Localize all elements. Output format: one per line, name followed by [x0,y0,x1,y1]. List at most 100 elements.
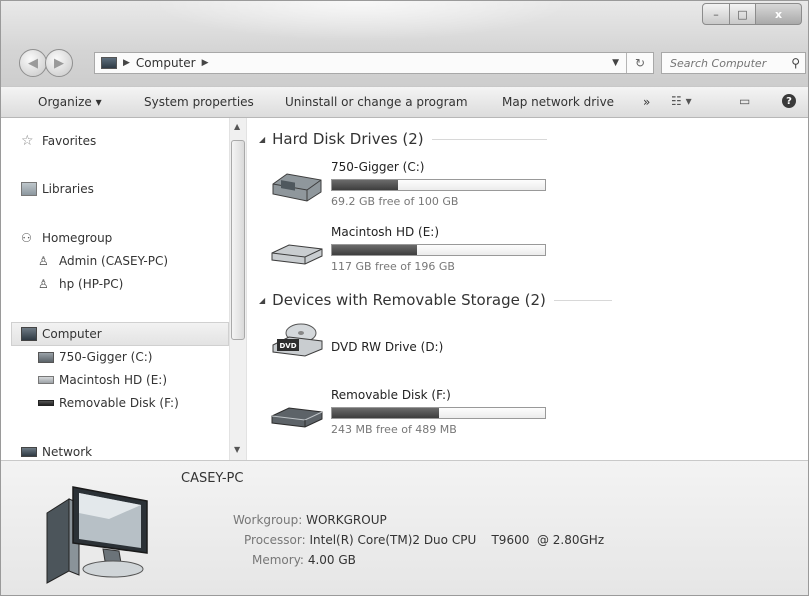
hard-drive-icon [38,376,54,384]
group-header-hard-disks[interactable]: ◢ Hard Disk Drives (2) [259,130,547,148]
nav-favorites-label: Favorites [42,134,97,148]
workgroup-label: Workgroup: [233,513,303,527]
drive-free-space: 69.2 GB free of 100 GB [331,195,459,208]
nav-item-label: Removable Disk (F:) [59,396,179,410]
group-title: Hard Disk Drives (2) [272,130,424,148]
libraries-icon [21,182,37,196]
memory-label: Memory: [252,553,304,567]
breadcrumb-computer[interactable]: Computer [136,56,196,70]
nav-homegroup-admin[interactable]: ♙ Admin (CASEY-PC) [38,254,168,268]
hard-drive-icon [38,351,54,363]
nav-favorites[interactable]: ☆ Favorites [21,134,96,148]
nav-homegroup-label: Homegroup [42,231,113,245]
computer-name: CASEY-PC [181,471,244,486]
preview-pane-icon[interactable]: ▭ [739,94,750,108]
processor-value: Intel(R) Core(TM)2 Duo CPU T9600 @ 2.80G… [309,533,605,547]
drive-usage-bar [331,407,546,419]
drive-usage-fill [332,245,418,255]
more-commands-button[interactable]: » [643,95,650,109]
nav-homegroup-hp[interactable]: ♙ hp (HP-PC) [38,277,123,291]
help-icon[interactable]: ? [782,94,796,108]
address-dropdown-icon[interactable]: ▼ [612,58,619,68]
group-divider [553,299,612,301]
memory-value: 4.00 GB [307,553,356,567]
search-icon[interactable]: ⚲ [791,56,800,70]
memory-row: Memory: 4.00 GB [252,553,356,567]
refresh-icon[interactable]: ↻ [626,53,653,73]
drive-usage-bar [331,179,546,191]
close-button[interactable]: x [756,3,802,25]
computer-icon [21,327,37,341]
nav-network-label: Network [42,445,93,459]
hard-drive-icon [272,173,322,202]
collapse-triangle-icon[interactable]: ◢ [259,296,265,305]
nav-drive-e[interactable]: Macintosh HD (E:) [38,373,167,387]
organize-button[interactable]: Organize ▾ [38,95,102,109]
svg-text:DVD: DVD [279,342,296,350]
breadcrumb-separator-icon[interactable]: ▶ [123,58,130,68]
change-view-icon[interactable]: ☷ ▾ [671,94,692,108]
network-icon [21,447,37,457]
navigation-pane: ☆ Favorites Libraries ⚇ Homegroup ♙ Admi… [1,118,229,460]
details-pane: CASEY-PC Workgroup: WORKGROUP Processor:… [1,460,808,595]
star-icon: ☆ [21,133,34,149]
scrollbar-thumb[interactable] [231,140,245,340]
removable-disk-icon [271,407,323,428]
scroll-down-icon[interactable]: ▼ [234,445,240,454]
window-chrome: – □ x ◀ ▶ ▶ Computer ▶ ▼ ↻ ⚲ [1,1,808,86]
group-header-removable[interactable]: ◢ Devices with Removable Storage (2) [259,291,612,309]
processor-label: Processor: [244,533,306,547]
nav-homegroup[interactable]: ⚇ Homegroup [21,231,112,245]
homegroup-icon: ⚇ [21,231,32,245]
workgroup-row: Workgroup: WORKGROUP [233,513,387,527]
back-arrow-icon: ◀ [28,55,38,71]
nav-network[interactable]: Network [21,445,92,459]
uninstall-program-button[interactable]: Uninstall or change a program [285,95,468,109]
forward-arrow-icon: ▶ [54,55,64,71]
collapse-triangle-icon[interactable]: ◢ [259,135,265,144]
nav-item-label: 750-Gigger (C:) [59,350,153,364]
computer-icon [101,57,117,69]
drive-free-space: 117 GB free of 196 GB [331,260,455,273]
group-title: Devices with Removable Storage (2) [272,291,546,309]
dvd-drive-icon: DVD [272,323,323,357]
nav-libraries-label: Libraries [42,182,94,196]
user-icon: ♙ [38,254,49,268]
back-button[interactable]: ◀ [19,49,47,77]
system-properties-button[interactable]: System properties [144,95,254,109]
maximize-button[interactable]: □ [730,3,756,25]
drive-free-space: 243 MB free of 489 MB [331,423,457,436]
computer-icon [46,486,148,584]
nav-pane-scrollbar[interactable]: ▲ ▼ [229,118,247,460]
forward-button[interactable]: ▶ [45,49,73,77]
content-pane: ◢ Hard Disk Drives (2) 750-Gigger (C:) 6… [247,118,808,460]
command-bar: Organize ▾ System properties Uninstall o… [1,86,808,118]
group-divider [431,138,547,140]
drive-name: Macintosh HD (E:) [331,225,440,239]
drive-name: 750-Gigger (C:) [331,160,425,174]
search-input[interactable] [670,56,780,70]
search-box[interactable]: ⚲ [661,52,806,74]
nav-computer-label: Computer [42,327,102,341]
nav-drive-f[interactable]: Removable Disk (F:) [38,396,179,410]
minimize-button[interactable]: – [702,3,730,25]
drive-name: DVD RW Drive (D:) [331,340,444,354]
scroll-up-icon[interactable]: ▲ [234,122,240,131]
nav-item-label: Macintosh HD (E:) [59,373,168,387]
nav-item-label: hp (HP-PC) [59,277,124,291]
hard-drive-icon [271,244,323,265]
address-bar[interactable]: ▶ Computer ▶ ▼ ↻ [94,52,654,74]
explorer-window: – □ x ◀ ▶ ▶ Computer ▶ ▼ ↻ ⚲ Organize ▾ … [0,0,809,596]
drive-usage-fill [332,408,439,418]
navigation-row: ◀ ▶ ▶ Computer ▶ ▼ ↻ ⚲ [1,45,808,81]
drive-usage-bar [331,244,546,256]
user-icon: ♙ [38,277,49,291]
processor-row: Processor: Intel(R) Core(TM)2 Duo CPU T9… [244,533,604,547]
map-network-drive-button[interactable]: Map network drive [502,95,614,109]
caption-buttons: – □ x [702,3,802,25]
breadcrumb-separator-icon[interactable]: ▶ [202,58,209,68]
nav-computer[interactable]: Computer [21,327,102,341]
nav-drive-c[interactable]: 750-Gigger (C:) [38,350,152,364]
workgroup-value: WORKGROUP [306,513,387,527]
nav-libraries[interactable]: Libraries [21,182,94,196]
